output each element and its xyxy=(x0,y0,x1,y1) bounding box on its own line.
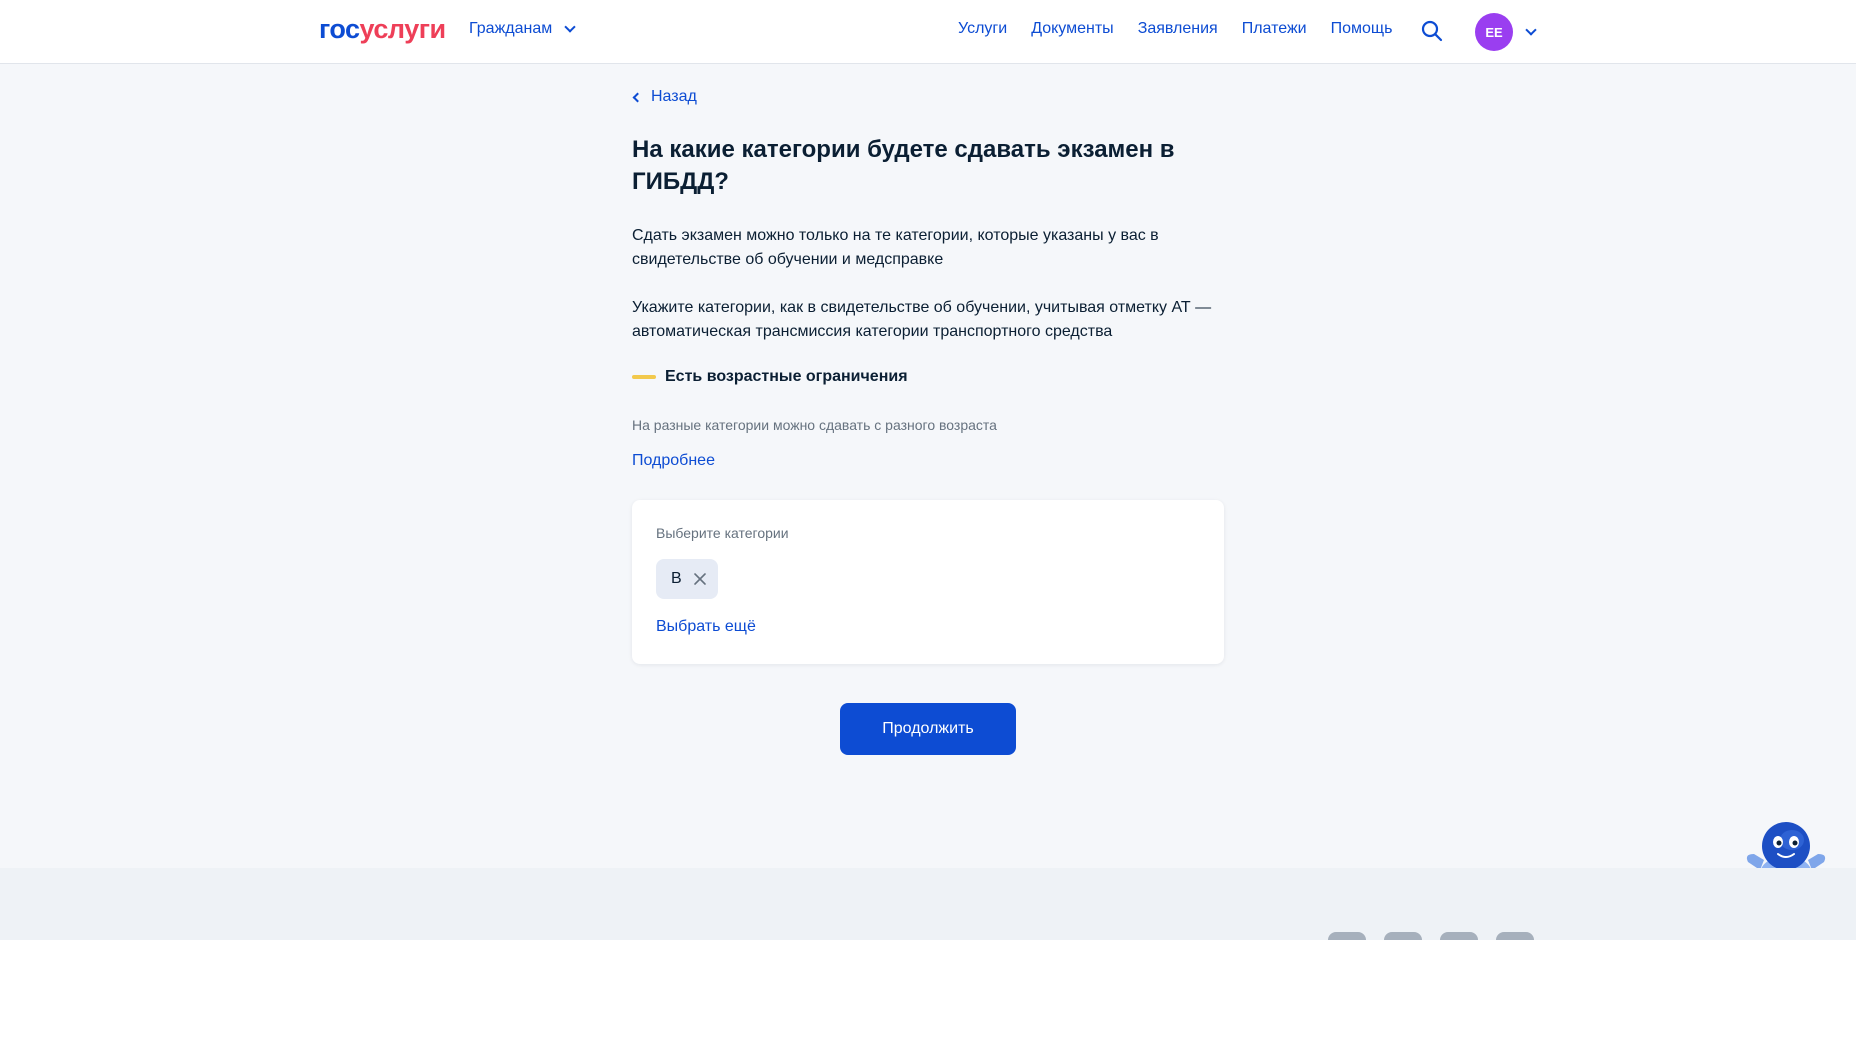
blank-area xyxy=(0,940,1856,1047)
nav-item-applications[interactable]: Заявления xyxy=(1138,20,1218,38)
role-dropdown[interactable]: Гражданам xyxy=(469,20,576,38)
avatar-initials: ЕЕ xyxy=(1485,24,1503,40)
chevron-left-icon xyxy=(632,92,643,102)
main-area: Назад На какие категории будете сдавать … xyxy=(0,64,1856,903)
search-icon[interactable] xyxy=(1420,19,1444,43)
restriction-marker xyxy=(632,375,656,379)
logo-part-gos: гос xyxy=(319,14,360,44)
chevron-down-icon[interactable] xyxy=(1525,24,1537,36)
social-link-icon[interactable] xyxy=(1440,932,1478,940)
restriction-hint: На разные категории можно сдавать с разн… xyxy=(632,417,997,433)
info-paragraph-2: Укажите категории, как в свидетельстве о… xyxy=(632,299,1212,340)
logo-part-uslugi: услуги xyxy=(359,14,447,44)
category-select-label: Выберите категории xyxy=(656,525,789,541)
site-footer xyxy=(0,868,1856,940)
chevron-down-icon xyxy=(564,20,576,33)
gosuslugi-logo[interactable]: госуслуги xyxy=(319,14,446,45)
category-chip: B xyxy=(656,559,718,599)
close-icon[interactable] xyxy=(692,571,708,587)
category-select-card: Выберите категории B Выбрать ещё xyxy=(632,500,1224,664)
nav-item-payments[interactable]: Платежи xyxy=(1242,20,1307,38)
restriction-label: Есть возрастные ограничения xyxy=(665,368,908,385)
main-nav: Услуги Документы Заявления Платежи Помощ… xyxy=(958,20,1416,38)
back-link-label: Назад xyxy=(651,88,697,105)
social-link-icon[interactable] xyxy=(1328,932,1366,940)
nav-item-services[interactable]: Услуги xyxy=(958,20,1007,38)
nav-item-help[interactable]: Помощь xyxy=(1331,20,1393,38)
role-dropdown-label: Гражданам xyxy=(469,20,553,37)
site-header: госуслуги Гражданам Услуги Документы Зая… xyxy=(0,0,1856,64)
social-link-icon[interactable] xyxy=(1496,932,1534,940)
nav-item-documents[interactable]: Документы xyxy=(1031,20,1113,38)
more-details-link[interactable]: Подробнее xyxy=(632,452,715,470)
user-avatar[interactable]: ЕЕ xyxy=(1475,13,1513,51)
info-paragraph-1: Сдать экзамен можно только на те категор… xyxy=(632,227,1159,268)
back-link[interactable]: Назад xyxy=(632,88,697,106)
social-link-icon[interactable] xyxy=(1384,932,1422,940)
page-title: На какие категории будете сдавать экзаме… xyxy=(632,136,1175,195)
category-chip-label: B xyxy=(671,570,682,587)
age-restriction-notice: Есть возрастные ограничения xyxy=(632,368,908,386)
select-more-link[interactable]: Выбрать ещё xyxy=(656,618,756,636)
continue-button[interactable]: Продолжить xyxy=(840,703,1016,755)
